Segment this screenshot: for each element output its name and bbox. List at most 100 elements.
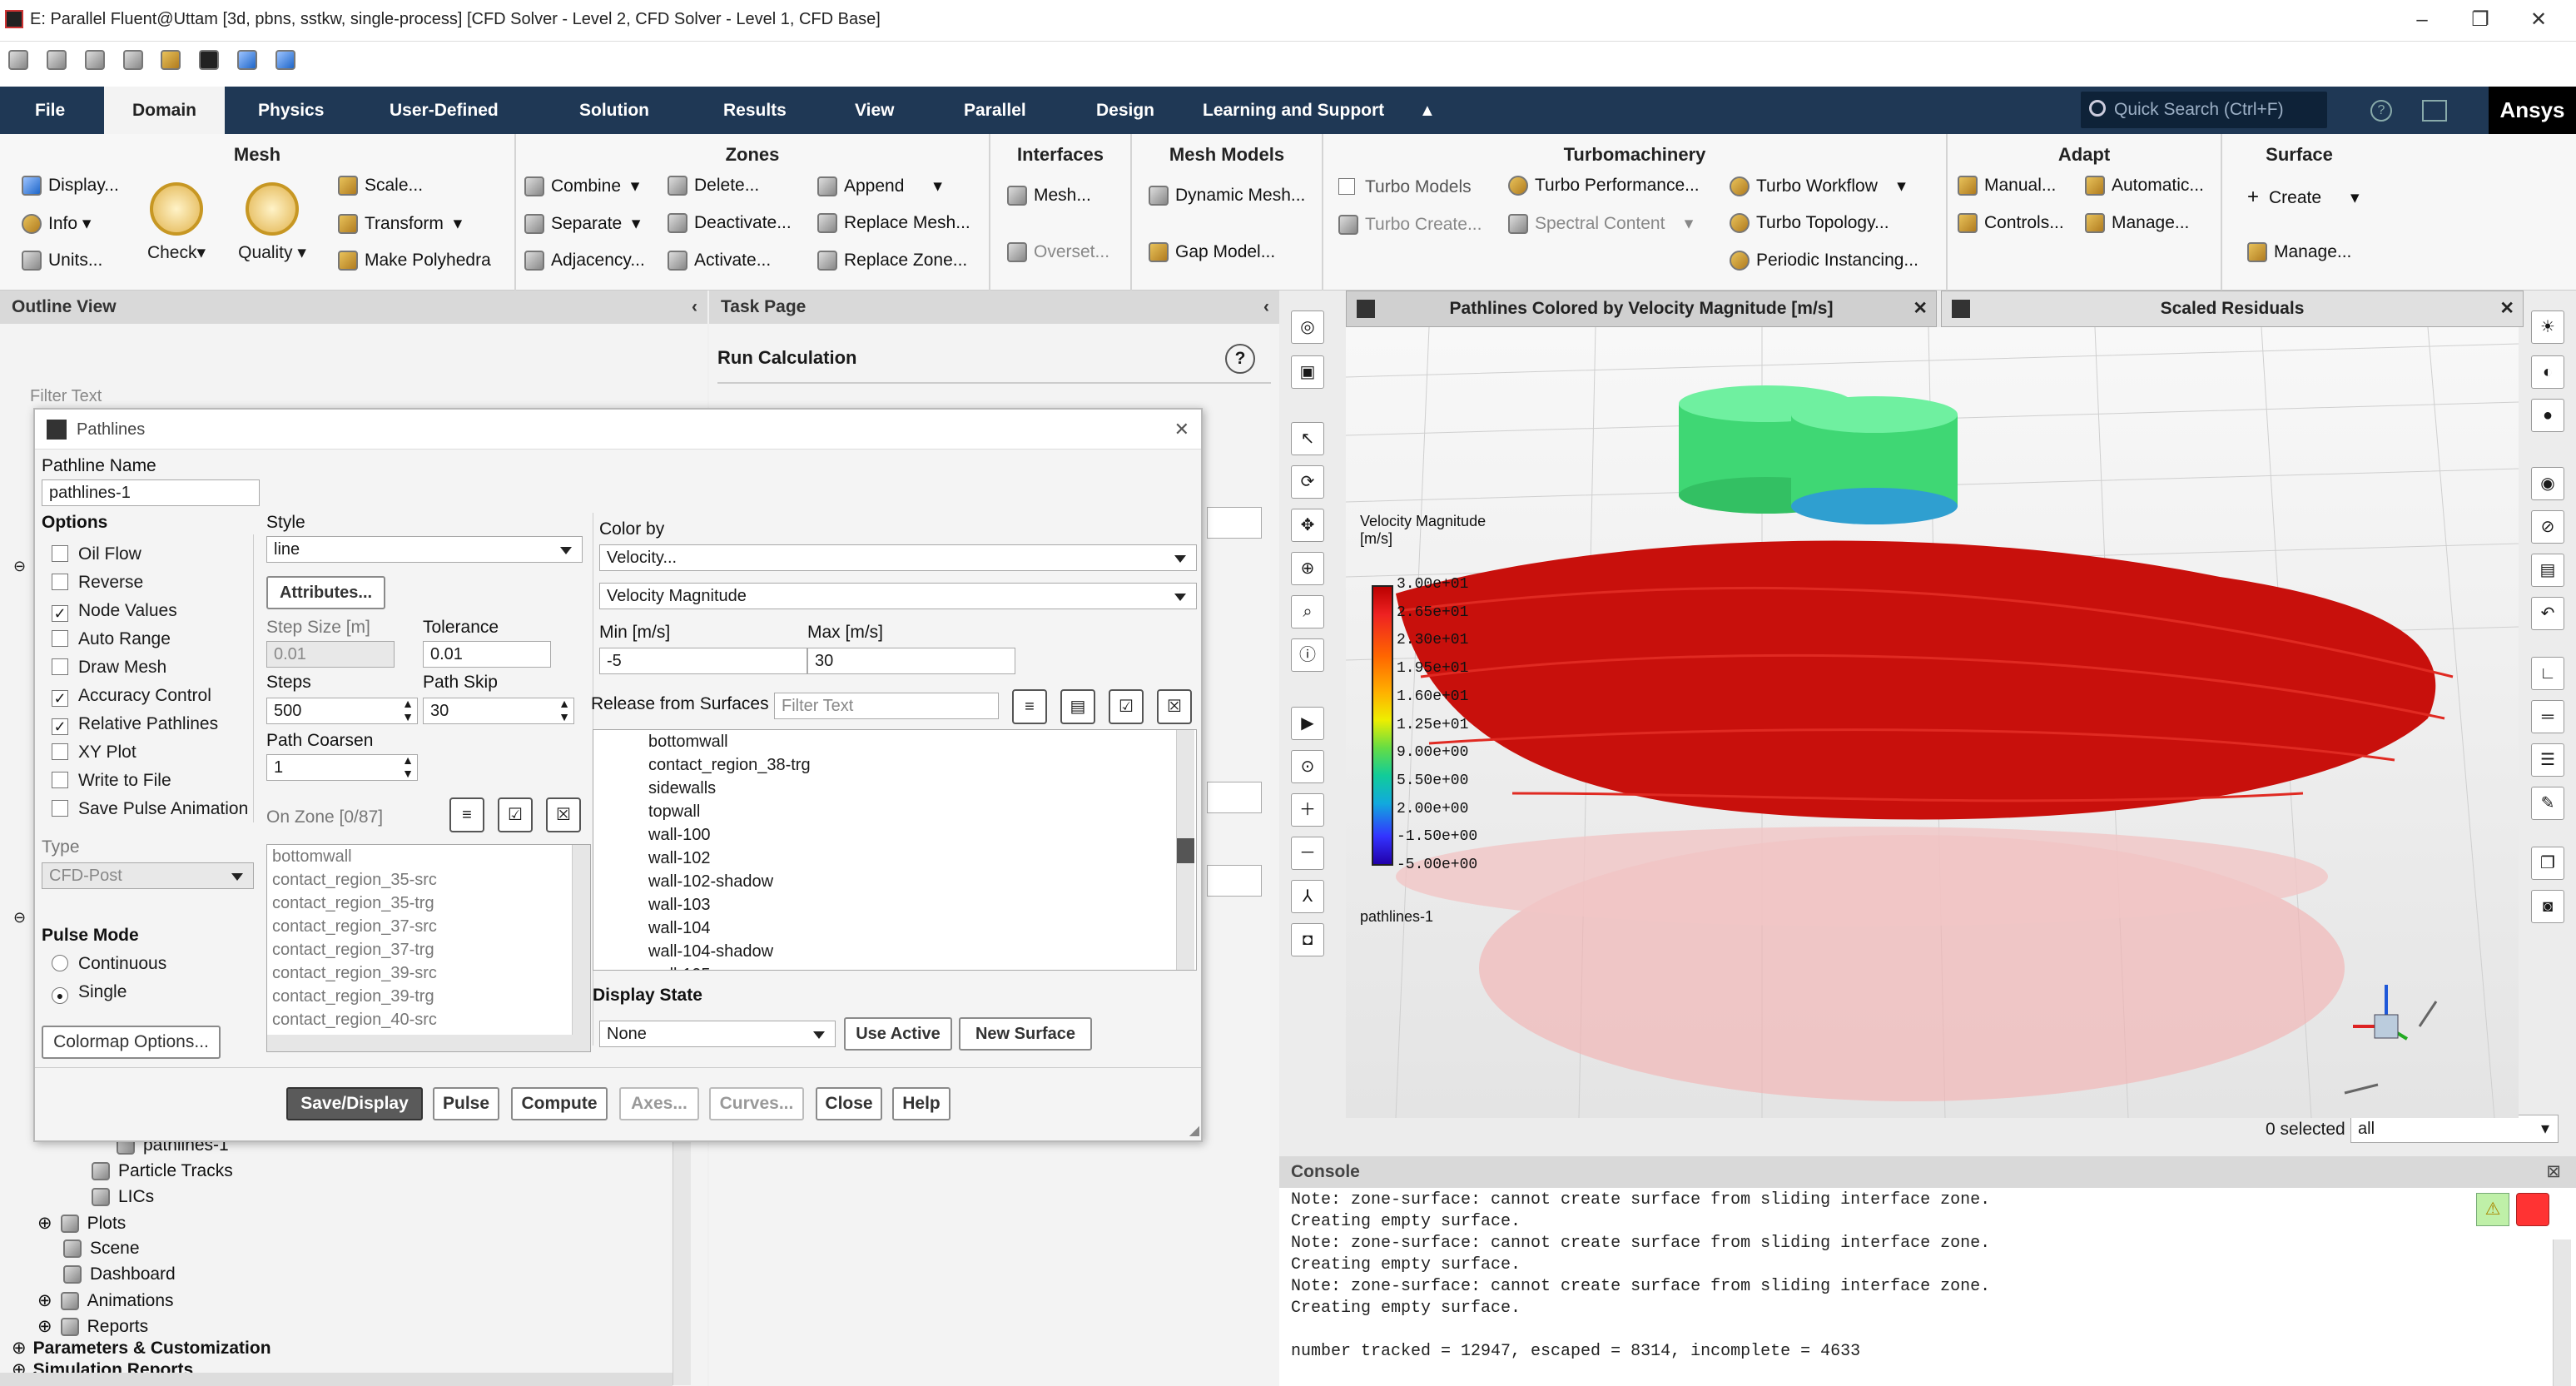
lighting-icon[interactable]: ☀ bbox=[2531, 310, 2564, 344]
zone-deselect-icon[interactable]: ☒ bbox=[546, 797, 581, 832]
tree-item-parameters[interactable]: ⊕ Parameters & Customization bbox=[12, 1338, 271, 1359]
minimize-button[interactable]: – bbox=[2397, 5, 2447, 35]
dialog-close-icon[interactable]: ✕ bbox=[1174, 410, 1189, 450]
stop-icon[interactable] bbox=[2516, 1193, 2549, 1226]
scale-button[interactable]: Scale... bbox=[338, 176, 423, 196]
quick-search-input[interactable]: Quick Search (Ctrl+F) bbox=[2081, 92, 2327, 128]
tolerance-input[interactable]: 0.01 bbox=[423, 641, 551, 668]
list-item[interactable]: wall-102-shadow bbox=[643, 870, 1196, 893]
oil-flow-checkbox[interactable]: Oil Flow bbox=[52, 544, 141, 564]
reload-icon[interactable] bbox=[122, 50, 143, 70]
collapse-pulse-icon[interactable]: ⊖ bbox=[13, 909, 26, 926]
warning-icon[interactable]: ⚠ bbox=[2476, 1193, 2509, 1226]
expand-icon[interactable]: ⊕ bbox=[12, 1339, 27, 1358]
pathline-name-input[interactable]: pathlines-1 bbox=[42, 479, 260, 506]
expand-icon[interactable]: ⊕ bbox=[37, 1317, 52, 1336]
resize-grip-icon[interactable]: ◢ bbox=[1189, 1122, 1199, 1139]
hide-icon[interactable]: ⊘ bbox=[2531, 510, 2564, 544]
activate-button[interactable]: Activate... bbox=[668, 251, 771, 271]
tab-user-defined[interactable]: User-Defined bbox=[373, 87, 515, 134]
step-size-input[interactable]: 0.01 bbox=[266, 641, 395, 668]
list-item[interactable]: topwall bbox=[643, 800, 1196, 823]
display-mesh-button[interactable]: Display... bbox=[22, 176, 119, 196]
manage-surface-button[interactable]: Manage... bbox=[2247, 242, 2351, 263]
curves-button[interactable]: Curves... bbox=[709, 1087, 804, 1120]
selection-filter-dropdown[interactable]: all ▾ bbox=[2350, 1115, 2559, 1143]
open-case-icon[interactable] bbox=[8, 50, 28, 70]
style-dropdown[interactable]: line bbox=[266, 536, 583, 563]
tree-item-reports[interactable]: ⊕ Reports bbox=[37, 1316, 148, 1337]
adapt-manage-button[interactable]: Manage... bbox=[2085, 213, 2189, 234]
tab-view[interactable]: View bbox=[838, 87, 911, 134]
tab-parallel[interactable]: Parallel bbox=[947, 87, 1043, 134]
pointer-icon[interactable]: ↖ bbox=[1291, 422, 1324, 455]
tab-learning-support[interactable]: Learning and Support bbox=[1186, 87, 1401, 134]
units-button[interactable]: Units... bbox=[22, 251, 102, 271]
tab-pathlines-window[interactable]: Pathlines Colored by Velocity Magnitude … bbox=[1346, 291, 1937, 327]
turbo-performance-button[interactable]: Turbo Performance... bbox=[1508, 176, 1700, 196]
help-icon[interactable]: ? bbox=[2370, 100, 2392, 122]
replace-mesh-button[interactable]: Replace Mesh... bbox=[817, 213, 970, 234]
overset-button[interactable]: Overset... bbox=[1007, 242, 1109, 263]
list-item[interactable]: contact_region_37-src bbox=[267, 915, 590, 938]
color-by-dropdown[interactable]: Velocity... bbox=[599, 544, 1197, 571]
list-item[interactable]: sidewalls bbox=[643, 777, 1196, 800]
spectral-content-button[interactable]: Spectral Content ▾ bbox=[1508, 213, 1693, 235]
tree-item-dashboard[interactable]: Dashboard bbox=[63, 1264, 176, 1284]
surface-deselect-icon[interactable]: ☒ bbox=[1157, 689, 1192, 724]
list-item[interactable]: contact_region_39-trg bbox=[267, 985, 590, 1008]
tree-item-scene[interactable]: Scene bbox=[63, 1239, 140, 1259]
turbo-topology-button[interactable]: Turbo Topology... bbox=[1730, 213, 1889, 234]
path-skip-input[interactable]: 30 ▲ ▼ bbox=[423, 698, 574, 724]
list-item[interactable]: contact_region_39-src bbox=[267, 961, 590, 985]
xy-plot-icon[interactable]: ∟ bbox=[2531, 657, 2564, 690]
use-active-button[interactable]: Use Active bbox=[844, 1017, 952, 1051]
graphics-canvas[interactable] bbox=[1345, 326, 2519, 1119]
tui-icon[interactable] bbox=[237, 50, 258, 70]
zoom-fit-icon[interactable]: ⊙ bbox=[1291, 750, 1324, 783]
display-state-dropdown[interactable]: None bbox=[599, 1021, 836, 1047]
quality-button[interactable]: Quality ▾ bbox=[235, 182, 310, 263]
list-item[interactable]: wall-104 bbox=[643, 917, 1196, 940]
zoom-out-icon[interactable]: － bbox=[1291, 837, 1324, 870]
turbo-models-checkbox[interactable]: Turbo Models bbox=[1338, 177, 1472, 197]
path-coarsen-input[interactable]: 1 ▲ ▼ bbox=[266, 754, 418, 781]
auto-range-checkbox[interactable]: Auto Range bbox=[52, 629, 171, 649]
release-scrollbar[interactable] bbox=[1176, 730, 1194, 970]
close-button[interactable]: Close bbox=[816, 1087, 882, 1120]
tab-scaled-residuals[interactable]: Scaled Residuals ✕ bbox=[1941, 291, 2524, 327]
outline-scrollbar[interactable] bbox=[673, 1140, 691, 1385]
tab-domain[interactable]: Domain bbox=[104, 87, 225, 134]
xy-plot-checkbox[interactable]: XY Plot bbox=[52, 743, 136, 763]
tab-results[interactable]: Results bbox=[707, 87, 803, 134]
manual-adapt-button[interactable]: Manual... bbox=[1958, 176, 2056, 196]
turbo-workflow-button[interactable]: Turbo Workflow ▾ bbox=[1730, 176, 1906, 197]
tree-item-plots[interactable]: ⊕ Plots bbox=[37, 1213, 126, 1234]
node-values-checkbox[interactable]: ✓ Node Values bbox=[52, 601, 177, 622]
copy-icon[interactable]: ❐ bbox=[2531, 847, 2564, 880]
list-item[interactable]: wall-105 bbox=[643, 963, 1196, 970]
surface-icon[interactable]: ▤ bbox=[2531, 554, 2564, 587]
steps-input[interactable]: 500 ▲ ▼ bbox=[266, 698, 418, 724]
axis-icon[interactable]: ⅄ bbox=[1291, 880, 1324, 913]
deactivate-button[interactable]: Deactivate... bbox=[668, 213, 792, 234]
interface-mesh-button[interactable]: Mesh... bbox=[1007, 186, 1091, 206]
compute-button[interactable]: Compute bbox=[511, 1087, 608, 1120]
make-polyhedra-button[interactable]: Make Polyhedra bbox=[338, 251, 491, 271]
automatic-adapt-button[interactable]: Automatic... bbox=[2085, 176, 2204, 196]
tab-solution[interactable]: Solution bbox=[563, 87, 666, 134]
expand-icon[interactable]: ⊕ bbox=[37, 1214, 52, 1233]
list-item[interactable]: wall-100 bbox=[643, 823, 1196, 847]
panel-layout-icon[interactable] bbox=[2422, 100, 2447, 122]
shade-icon[interactable]: ● bbox=[2531, 399, 2564, 432]
separate-button[interactable]: Separate ▾ bbox=[524, 213, 640, 235]
combine-button[interactable]: Combine ▾ bbox=[524, 176, 639, 197]
save-pulse-animation-checkbox[interactable]: Save Pulse Animation bbox=[52, 799, 248, 819]
on-zone-scrollbar[interactable] bbox=[572, 845, 590, 1035]
attributes-button[interactable]: Attributes... bbox=[266, 576, 385, 609]
reverse-checkbox[interactable]: Reverse bbox=[52, 573, 143, 593]
collapse-options-icon[interactable]: ⊖ bbox=[13, 558, 26, 575]
single-radio[interactable]: ● Single bbox=[52, 982, 127, 1004]
accuracy-control-checkbox[interactable]: ✓ Accuracy Control bbox=[52, 686, 211, 707]
check-button[interactable]: Check▾ bbox=[143, 182, 210, 263]
